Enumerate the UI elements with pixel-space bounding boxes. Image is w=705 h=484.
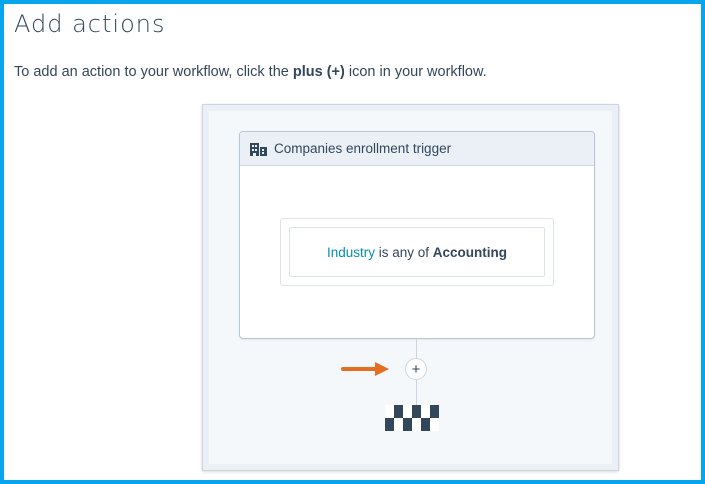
page-title: Add actions (14, 10, 166, 38)
workflow-canvas: Companies enrollment trigger Industry is… (209, 111, 612, 464)
intro-text-before: To add an action to your workflow, click… (14, 64, 293, 80)
connector-line-top (416, 339, 417, 358)
article-frame: Add actions To add an action to your wor… (0, 0, 705, 484)
filter-operator: is any of (375, 244, 433, 260)
intro-paragraph: To add an action to your workflow, click… (14, 64, 487, 80)
trigger-title: Companies enrollment trigger (274, 141, 452, 156)
filter-value: Accounting (432, 244, 508, 260)
trigger-header: Companies enrollment trigger (240, 132, 594, 166)
intro-text-bold: plus (+) (292, 64, 345, 80)
pointer-arrow-icon (341, 362, 389, 376)
filter-property: Industry (326, 244, 375, 260)
checkered-flag-icon (385, 405, 439, 431)
filter-condition[interactable]: Industry is any of Accounting (289, 227, 545, 277)
intro-text-after: icon in your workflow. (344, 64, 487, 80)
add-action-button[interactable]: + (405, 358, 427, 380)
enrollment-trigger-card[interactable]: Companies enrollment trigger Industry is… (239, 131, 595, 339)
company-building-icon (250, 142, 267, 156)
filter-group: Industry is any of Accounting (280, 218, 554, 286)
workflow-screenshot: Companies enrollment trigger Industry is… (202, 104, 619, 471)
connector-line-bottom (416, 380, 417, 405)
